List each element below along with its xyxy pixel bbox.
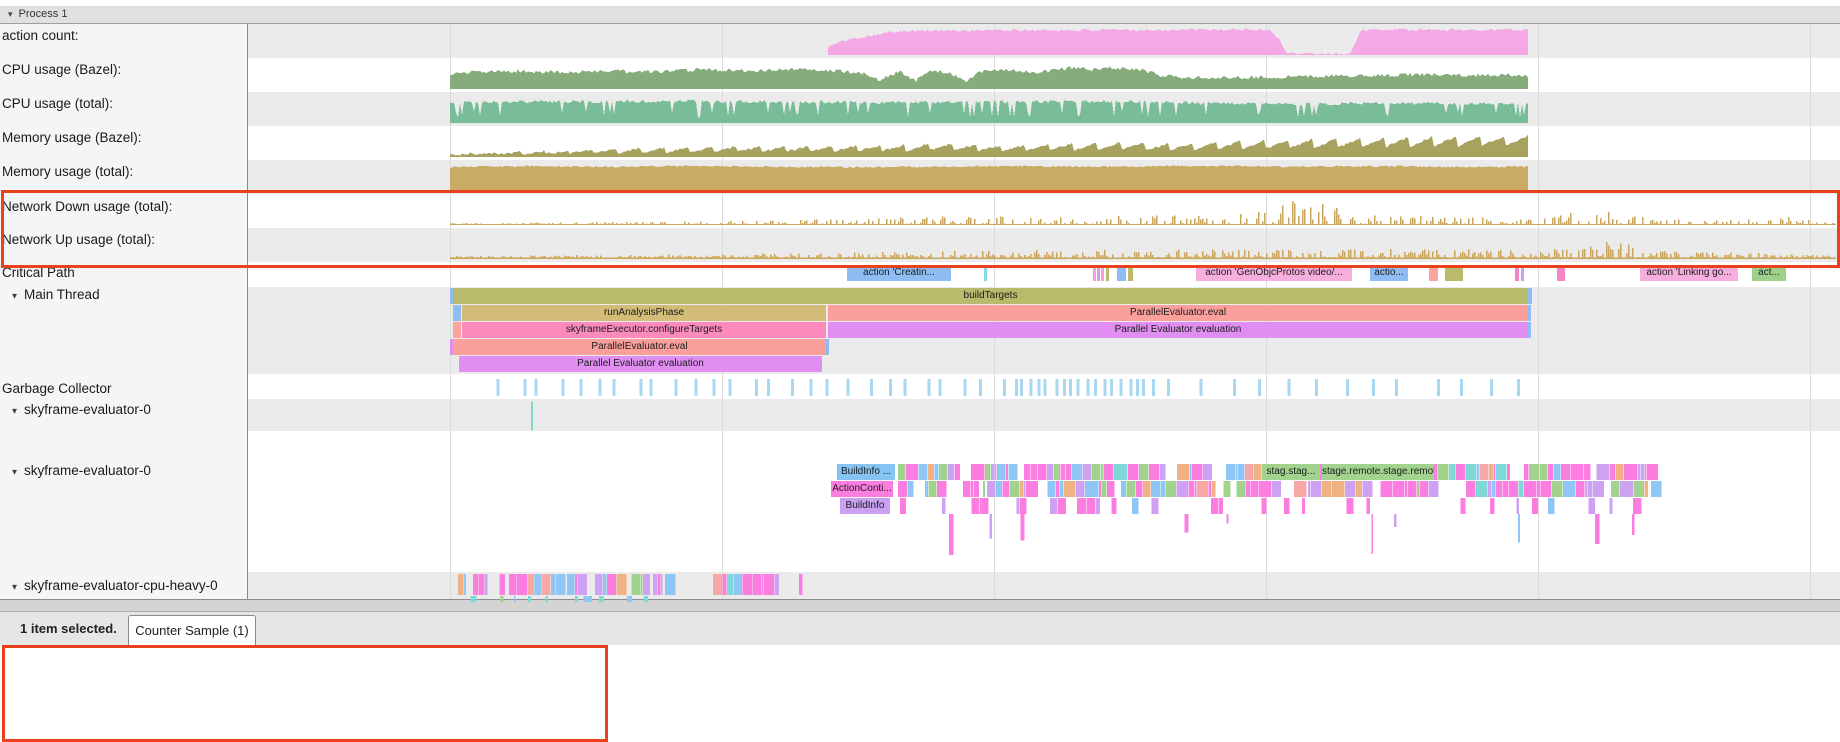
evaluator-slice[interactable]: ActionConti... xyxy=(831,481,893,497)
track-label-text: Memory usage (Bazel): xyxy=(2,130,142,145)
main-thread-slice[interactable] xyxy=(453,305,461,321)
track-label-text: CPU usage (total): xyxy=(2,96,113,111)
main-thread-slice[interactable]: skyframeExecutor.configureTargets xyxy=(462,322,826,338)
main-thread-slice[interactable]: Parallel Evaluator evaluation xyxy=(828,322,1528,338)
counter-chart-5[interactable] xyxy=(0,194,1840,228)
collapse-triangle-icon[interactable]: ▾ xyxy=(12,582,17,593)
track-label[interactable]: CPU usage (total): xyxy=(2,96,113,111)
critical-path-slice[interactable] xyxy=(1128,265,1133,281)
critical-path-slice[interactable] xyxy=(1106,265,1109,281)
collapse-triangle-icon[interactable]: ▾ xyxy=(12,291,17,302)
track-label[interactable]: Network Down usage (total): xyxy=(2,199,172,214)
collapse-triangle-icon[interactable]: ▾ xyxy=(12,406,17,417)
track-label[interactable]: Memory usage (total): xyxy=(2,164,133,179)
evaluator-slice[interactable]: stag.stag... xyxy=(1262,464,1320,480)
track-label[interactable]: ▾ skyframe-evaluator-0 xyxy=(2,463,151,478)
process-title: Process 1 xyxy=(19,8,68,20)
evaluator-slice[interactable]: stage.remote.stage.remot... xyxy=(1322,464,1434,480)
main-thread-slice[interactable]: buildTargets xyxy=(453,288,1528,304)
track-row[interactable] xyxy=(248,262,1840,287)
critical-path-slice[interactable] xyxy=(1429,265,1438,281)
track-label-text: Garbage Collector xyxy=(2,381,112,396)
counter-chart-2[interactable] xyxy=(0,92,1840,126)
slice-strip[interactable] xyxy=(0,464,1840,480)
main-thread-slice[interactable]: Parallel Evaluator evaluation xyxy=(459,356,822,372)
critical-path-slice[interactable]: act... xyxy=(1752,265,1786,281)
track-label[interactable]: Network Up usage (total): xyxy=(2,232,155,247)
collapse-triangle-icon[interactable]: ▾ xyxy=(12,467,17,478)
track-label[interactable]: CPU usage (Bazel): xyxy=(2,62,121,77)
slice-strip[interactable] xyxy=(0,514,1840,562)
track-label[interactable]: Memory usage (Bazel): xyxy=(2,130,142,145)
track-row[interactable] xyxy=(248,399,1840,431)
critical-path-slice[interactable]: actio... xyxy=(1370,265,1408,281)
main-thread-slice[interactable] xyxy=(1528,322,1531,338)
critical-path-slice[interactable] xyxy=(1093,265,1096,281)
trace-mark[interactable] xyxy=(531,402,533,430)
counter-chart-1[interactable] xyxy=(0,58,1840,92)
critical-path-slice[interactable] xyxy=(1101,265,1104,281)
evaluator-slice[interactable]: BuildInfo ... xyxy=(837,464,895,480)
main-thread-slice[interactable]: ParallelEvaluator.eval xyxy=(453,339,826,355)
track-label[interactable]: ▾ skyframe-evaluator-cpu-heavy-0 xyxy=(2,578,218,593)
track-label-text: skyframe-evaluator-0 xyxy=(24,463,151,478)
track-label[interactable]: ▾ skyframe-evaluator-0 xyxy=(2,402,151,417)
track-label[interactable]: Garbage Collector xyxy=(2,381,112,396)
critical-path-slice[interactable] xyxy=(1521,265,1524,281)
track-label[interactable]: action count: xyxy=(2,28,79,43)
track-row[interactable] xyxy=(248,431,1840,460)
critical-path-slice[interactable] xyxy=(1117,265,1126,281)
critical-path-slice[interactable] xyxy=(1445,265,1463,281)
track-label-text: Memory usage (total): xyxy=(2,164,133,179)
counter-chart-4[interactable] xyxy=(0,160,1840,194)
detail-panel: CounterSeriesTimeValue Network Down usag… xyxy=(0,645,1840,742)
track-label-text: Network Down usage (total): xyxy=(2,199,172,214)
critical-path-slice[interactable] xyxy=(1097,265,1100,281)
track-label-text: CPU usage (Bazel): xyxy=(2,62,121,77)
slice-strip[interactable] xyxy=(0,596,1840,602)
main-thread-slice[interactable] xyxy=(453,322,461,338)
process-header[interactable]: ▾ Process 1 xyxy=(0,6,1840,24)
track-label[interactable]: ▾ Main Thread xyxy=(2,287,100,302)
main-thread-slice[interactable]: runAnalysisPhase xyxy=(462,305,826,321)
track-name-sidebar: action count: CPU usage (Bazel): CPU usage… xyxy=(0,24,248,599)
main-thread-slice[interactable] xyxy=(826,339,829,355)
evaluator-slice[interactable]: BuildInfo xyxy=(840,498,890,514)
selection-status: 1 item selected. xyxy=(20,621,117,636)
track-label-text: Critical Path xyxy=(2,265,75,280)
counter-chart-3[interactable] xyxy=(0,126,1840,160)
track-label-text: action count: xyxy=(2,28,79,43)
critical-path-slice[interactable] xyxy=(984,265,987,281)
collapse-triangle-icon[interactable]: ▾ xyxy=(8,6,13,23)
main-thread-slice[interactable] xyxy=(1528,288,1532,304)
counter-chart-0[interactable] xyxy=(0,24,1840,58)
critical-path-slice[interactable]: action 'Linking go... xyxy=(1640,265,1738,281)
track-label-text: Main Thread xyxy=(24,287,100,302)
slice-strip[interactable] xyxy=(0,574,1840,595)
critical-path-slice[interactable] xyxy=(1515,265,1519,281)
trace-viewer: ▾ Process 1 action 'Creatin... action 'Gen… xyxy=(0,0,1840,742)
slice-strip[interactable] xyxy=(0,498,1840,514)
track-label[interactable]: Critical Path xyxy=(2,265,75,280)
track-label-text: skyframe-evaluator-0 xyxy=(24,402,151,417)
slice-strip[interactable] xyxy=(0,481,1840,497)
main-thread-slice[interactable]: ParallelEvaluator.eval xyxy=(828,305,1528,321)
tab-counter-sample[interactable]: Counter Sample (1) xyxy=(128,615,256,646)
critical-path-slice[interactable] xyxy=(1557,265,1565,281)
track-label-text: skyframe-evaluator-cpu-heavy-0 xyxy=(24,578,218,593)
critical-path-slice[interactable]: action 'Creatin... xyxy=(847,265,951,281)
critical-path-slice[interactable]: action 'GenObjcProtos video/... xyxy=(1196,265,1352,281)
main-thread-slice[interactable] xyxy=(1528,305,1531,321)
track-label-text: Network Up usage (total): xyxy=(2,232,155,247)
counter-chart-6[interactable] xyxy=(0,228,1840,262)
detail-tab-bar xyxy=(0,612,1840,645)
gc-ticks[interactable] xyxy=(0,379,1840,396)
